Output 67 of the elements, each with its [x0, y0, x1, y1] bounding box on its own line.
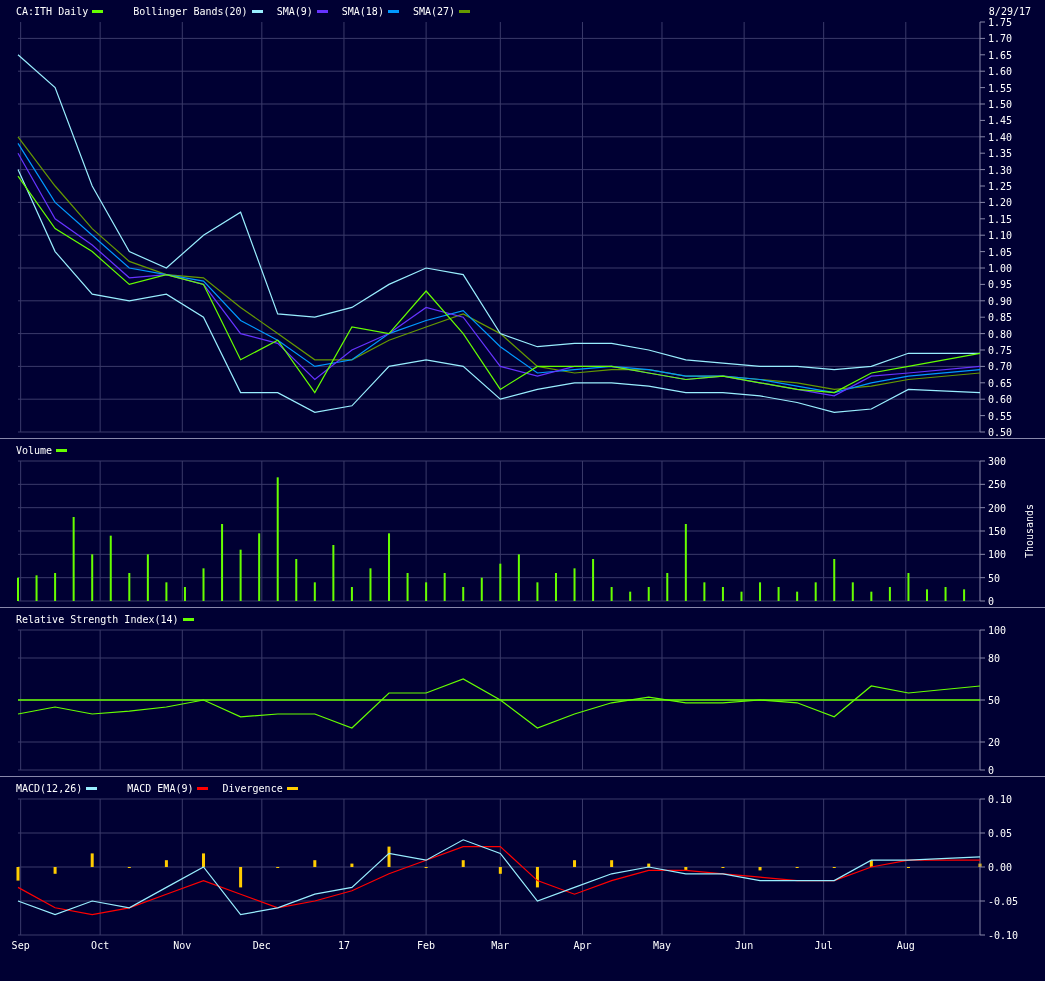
axis-label: -0.05 — [988, 896, 1019, 907]
axis-label: 0.65 — [988, 377, 1013, 389]
axis-label: 50 — [988, 695, 1001, 706]
axis-label: 0.95 — [988, 279, 1013, 291]
axis-label: 150 — [988, 526, 1007, 537]
axis-title: Thousands — [1024, 503, 1035, 559]
legend-label: Divergence — [222, 782, 283, 794]
legend-label: SMA(18) — [341, 5, 384, 17]
axis-label: 1.50 — [988, 99, 1013, 110]
month-label: Sep — [11, 940, 30, 951]
axis-label: 0.85 — [988, 312, 1013, 324]
axis-label: 20 — [988, 737, 1001, 748]
month-label: Jul — [814, 940, 833, 951]
axis-label: 0.05 — [988, 828, 1013, 839]
month-label: Apr — [573, 940, 592, 951]
month-label: Oct — [91, 940, 110, 951]
axis-label: 1.55 — [988, 82, 1013, 94]
axis-label: 200 — [988, 502, 1007, 514]
axis-label: 1.70 — [988, 33, 1013, 45]
chart-date: 8/29/17 — [988, 5, 1031, 17]
axis-label: 1.65 — [988, 49, 1013, 61]
axis-label: 0.50 — [988, 427, 1013, 438]
legend-label: Bollinger Bands(20) — [133, 5, 248, 17]
axis-label: 1.20 — [988, 197, 1013, 209]
axis-label: 100 — [988, 625, 1007, 636]
legend-label: Volume — [16, 444, 53, 456]
axis-label: 1.75 — [988, 17, 1013, 28]
legend-label: Relative Strength Index(14) — [16, 613, 179, 625]
axis-label: 0.75 — [988, 345, 1013, 356]
legend-label: MACD EMA(9) — [127, 782, 194, 794]
month-label: Dec — [252, 940, 271, 951]
axis-label: -0.10 — [988, 930, 1019, 941]
month-label: Aug — [896, 940, 915, 951]
axis-label: 0.10 — [988, 794, 1013, 805]
month-label: 17 — [337, 940, 350, 951]
axis-label: 1.60 — [988, 66, 1013, 78]
axis-label: 1.15 — [988, 213, 1013, 225]
axis-label: 250 — [988, 479, 1007, 491]
axis-label: 0.55 — [988, 410, 1013, 422]
axis-label: 1.00 — [988, 263, 1013, 274]
axis-label: 1.10 — [988, 230, 1013, 242]
month-label: Mar — [491, 940, 510, 951]
axis-label: 1.45 — [988, 115, 1013, 127]
axis-label: 0.70 — [988, 361, 1013, 373]
axis-label: 0.80 — [988, 328, 1013, 340]
axis-label: 0 — [988, 596, 995, 607]
legend-label: CA:ITH Daily — [16, 5, 89, 17]
axis-label: 1.30 — [988, 164, 1013, 176]
axis-label: 50 — [988, 572, 1001, 584]
axis-label: 0.90 — [988, 295, 1013, 307]
axis-label: 0.60 — [988, 394, 1013, 406]
axis-label: 0 — [988, 765, 995, 776]
legend-label: SMA(27) — [412, 5, 456, 17]
axis-label: 1.40 — [988, 131, 1013, 143]
axis-label: 80 — [988, 653, 1001, 664]
month-label: May — [652, 940, 671, 951]
legend-label: MACD(12,26) — [16, 782, 83, 794]
axis-label: 300 — [988, 456, 1007, 467]
axis-label: 1.05 — [988, 246, 1013, 258]
axis-label: 0.00 — [988, 862, 1013, 873]
legend-label: SMA(9) — [276, 5, 313, 17]
axis-label: 1.25 — [988, 181, 1013, 192]
month-label: Feb — [417, 940, 436, 951]
month-label: Jun — [735, 940, 754, 951]
month-label: Nov — [173, 940, 192, 951]
axis-label: 1.35 — [988, 148, 1013, 160]
axis-label: 100 — [988, 549, 1007, 561]
